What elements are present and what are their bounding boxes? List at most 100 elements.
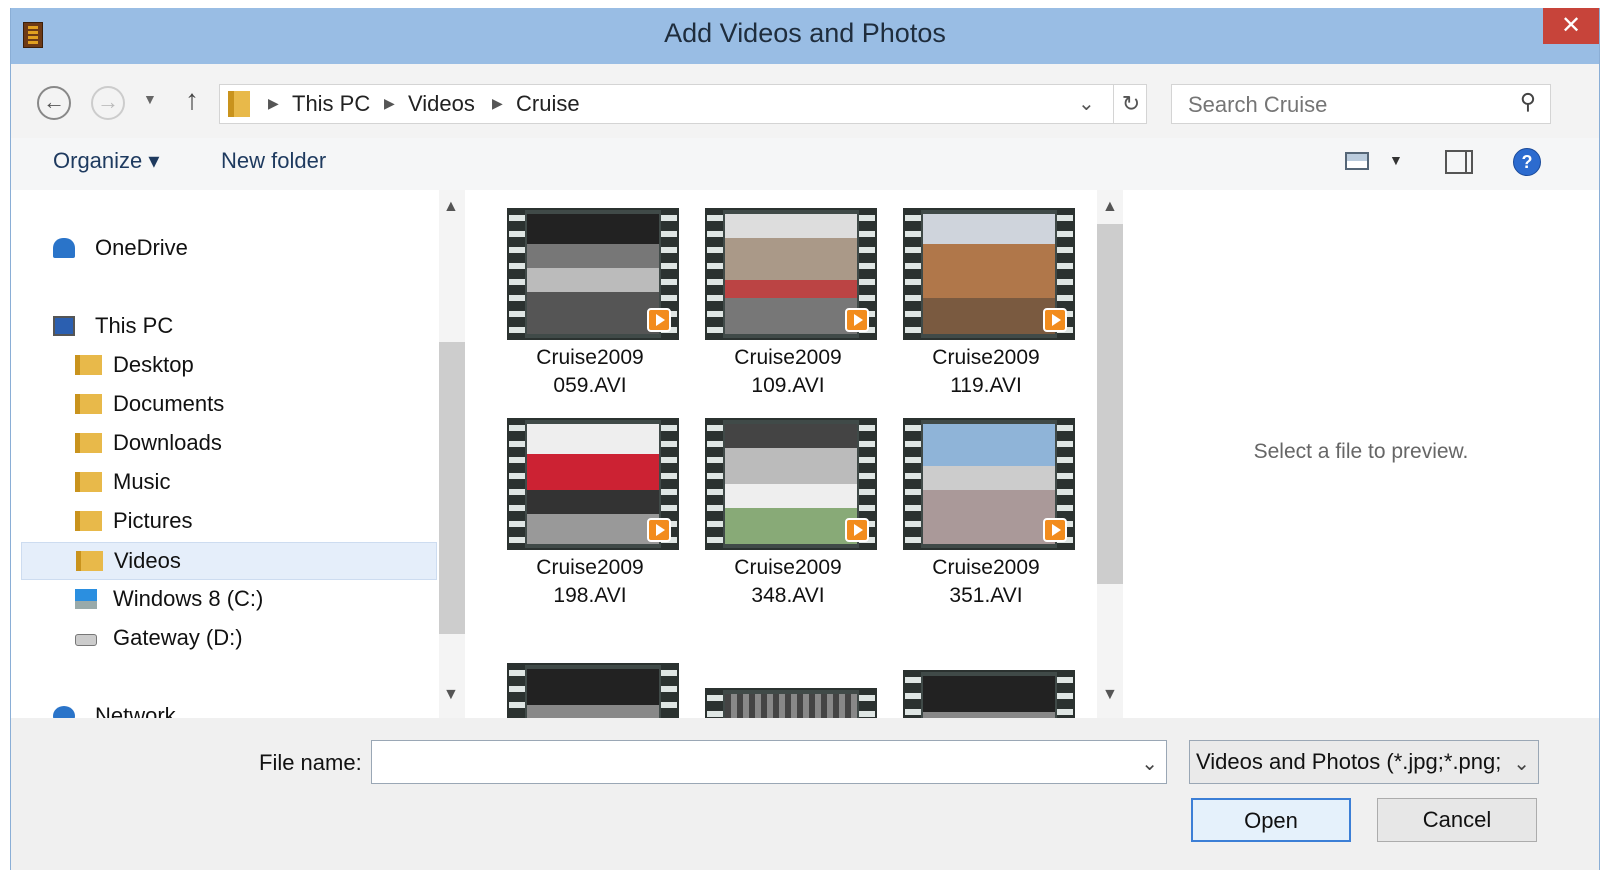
refresh-icon[interactable]: ↻ bbox=[1113, 85, 1148, 123]
video-thumbnail bbox=[903, 418, 1075, 550]
search-input[interactable] bbox=[1186, 89, 1500, 121]
file-name-combobox[interactable]: ⌄ bbox=[371, 740, 1167, 784]
nav-item-documents[interactable]: Documents bbox=[75, 386, 415, 422]
video-thumbnail bbox=[507, 418, 679, 550]
file-tile[interactable]: Cruise2009 059.AVI bbox=[491, 190, 689, 397]
file-tile[interactable]: Cruise2009 348.AVI bbox=[689, 400, 887, 607]
file-tile[interactable]: Cruise2009 351.AVI bbox=[887, 400, 1085, 607]
file-tile[interactable]: Cruise2009 119.AVI bbox=[887, 190, 1085, 397]
scrollbar-thumb[interactable] bbox=[1097, 224, 1123, 584]
file-name-label: File name: bbox=[259, 750, 362, 775]
breadcrumb-separator-icon[interactable]: ▶ bbox=[268, 95, 279, 112]
file-name-label: Cruise2009 351.AVI bbox=[932, 556, 1040, 607]
change-view-icon[interactable] bbox=[1345, 152, 1369, 170]
file-name-label: Cruise2009 109.AVI bbox=[734, 346, 842, 397]
onedrive-icon bbox=[53, 238, 75, 258]
folder-icon bbox=[228, 91, 250, 117]
video-thumbnail bbox=[507, 208, 679, 340]
address-box[interactable]: ▶ This PC ▶ Videos ▶ Cruise ⌄ ↻ bbox=[219, 84, 1147, 124]
address-dropdown-icon[interactable]: ⌄ bbox=[1078, 91, 1095, 116]
nav-item-this-pc[interactable]: This PC bbox=[53, 308, 413, 344]
file-tile[interactable] bbox=[887, 652, 1085, 718]
breadcrumb-videos[interactable]: Videos bbox=[408, 91, 475, 117]
dialog-window: Add Videos and Photos ✕ ← → ▼ ↑ ▶ This P… bbox=[10, 8, 1600, 870]
nav-item-onedrive[interactable]: OneDrive bbox=[53, 230, 413, 266]
file-name-input[interactable] bbox=[378, 747, 1122, 779]
video-thumbnail bbox=[705, 208, 877, 340]
command-toolbar: Organize ▾ New folder ▼ ? bbox=[11, 138, 1599, 191]
file-tile[interactable]: Cruise2009 109.AVI bbox=[689, 190, 887, 397]
video-thumbnail bbox=[903, 670, 1075, 718]
file-name-label: Cruise2009 059.AVI bbox=[536, 346, 644, 397]
documents-folder-icon bbox=[75, 394, 102, 414]
video-thumbnail bbox=[507, 663, 679, 718]
file-name-label: Cruise2009 119.AVI bbox=[932, 346, 1040, 397]
file-tile[interactable] bbox=[689, 670, 887, 718]
play-icon bbox=[647, 308, 671, 332]
nav-item-windows-c[interactable]: Windows 8 (C:) bbox=[75, 581, 415, 617]
dialog-footer: File name: ⌄ Videos and Photos (*.jpg;*.… bbox=[11, 718, 1599, 870]
video-thumbnail bbox=[705, 418, 877, 550]
play-icon bbox=[1043, 518, 1067, 542]
scroll-down-icon[interactable]: ▼ bbox=[1102, 686, 1118, 704]
breadcrumb-separator-icon[interactable]: ▶ bbox=[384, 95, 395, 112]
search-icon[interactable]: ⚲ bbox=[1520, 89, 1536, 115]
file-type-dropdown-icon[interactable]: ⌄ bbox=[1513, 751, 1530, 776]
desktop-folder-icon bbox=[75, 355, 102, 375]
video-thumbnail bbox=[903, 208, 1075, 340]
close-button[interactable]: ✕ bbox=[1543, 8, 1599, 44]
preview-message: Select a file to preview. bbox=[1253, 440, 1469, 463]
video-thumbnail bbox=[705, 688, 877, 718]
breadcrumb-cruise[interactable]: Cruise bbox=[516, 91, 580, 117]
new-folder-button[interactable]: New folder bbox=[221, 148, 326, 174]
play-icon bbox=[1043, 308, 1067, 332]
preview-pane-icon[interactable] bbox=[1445, 150, 1473, 174]
nav-item-downloads[interactable]: Downloads bbox=[75, 425, 415, 461]
play-icon bbox=[845, 518, 869, 542]
file-name-label: Cruise2009 198.AVI bbox=[536, 556, 644, 607]
content-scrollbar[interactable]: ▲ ▼ bbox=[1097, 190, 1123, 718]
nav-item-music[interactable]: Music bbox=[75, 464, 415, 500]
windows-drive-icon bbox=[75, 589, 97, 609]
up-arrow-icon[interactable]: ↑ bbox=[185, 84, 199, 116]
back-arrow-icon[interactable]: ← bbox=[37, 86, 71, 120]
music-folder-icon bbox=[75, 472, 102, 492]
nav-item-pictures[interactable]: Pictures bbox=[75, 503, 415, 539]
title-bar: Add Videos and Photos ✕ bbox=[11, 8, 1599, 64]
play-icon bbox=[647, 518, 671, 542]
nav-item-desktop[interactable]: Desktop bbox=[75, 347, 415, 383]
file-tile[interactable] bbox=[491, 645, 689, 718]
nav-scrollbar[interactable]: ▲ ▼ bbox=[439, 190, 465, 718]
play-icon bbox=[845, 308, 869, 332]
file-name-label: Cruise2009 348.AVI bbox=[734, 556, 842, 607]
network-icon bbox=[53, 706, 75, 718]
scroll-up-icon[interactable]: ▲ bbox=[443, 198, 459, 216]
recent-locations-chevron-icon[interactable]: ▼ bbox=[143, 91, 157, 107]
open-button[interactable]: Open bbox=[1191, 798, 1351, 842]
help-icon[interactable]: ? bbox=[1513, 148, 1541, 176]
file-type-value: Videos and Photos (*.jpg;*.png; bbox=[1196, 749, 1502, 774]
address-bar-row: ← → ▼ ↑ ▶ This PC ▶ Videos ▶ Cruise ⌄ ↻ … bbox=[11, 64, 1599, 138]
cancel-button[interactable]: Cancel bbox=[1377, 798, 1537, 842]
scroll-down-icon[interactable]: ▼ bbox=[443, 686, 459, 704]
downloads-folder-icon bbox=[75, 433, 102, 453]
preview-pane: Select a file to preview. bbox=[1123, 190, 1599, 718]
scrollbar-thumb[interactable] bbox=[439, 342, 465, 634]
organize-button[interactable]: Organize ▾ bbox=[53, 148, 159, 174]
search-box[interactable]: ⚲ bbox=[1171, 84, 1551, 124]
navigation-pane: OneDrive This PC Desktop Documents Downl… bbox=[11, 190, 471, 718]
file-tile[interactable]: Cruise2009 198.AVI bbox=[491, 400, 689, 607]
view-options-dropdown-icon[interactable]: ▼ bbox=[1389, 152, 1403, 168]
scroll-up-icon[interactable]: ▲ bbox=[1102, 198, 1118, 216]
computer-icon bbox=[53, 316, 75, 336]
forward-arrow-icon[interactable]: → bbox=[91, 86, 125, 120]
breadcrumb-separator-icon[interactable]: ▶ bbox=[492, 95, 503, 112]
nav-item-gateway-d[interactable]: Gateway (D:) bbox=[75, 620, 415, 656]
breadcrumb-this-pc[interactable]: This PC bbox=[292, 91, 370, 117]
file-type-select[interactable]: Videos and Photos (*.jpg;*.png; ⌄ bbox=[1189, 740, 1539, 784]
pictures-folder-icon bbox=[75, 511, 102, 531]
nav-item-network[interactable]: Network bbox=[53, 698, 413, 718]
file-name-dropdown-icon[interactable]: ⌄ bbox=[1141, 751, 1158, 776]
drive-icon bbox=[75, 634, 97, 646]
nav-item-videos[interactable]: Videos bbox=[21, 542, 437, 580]
